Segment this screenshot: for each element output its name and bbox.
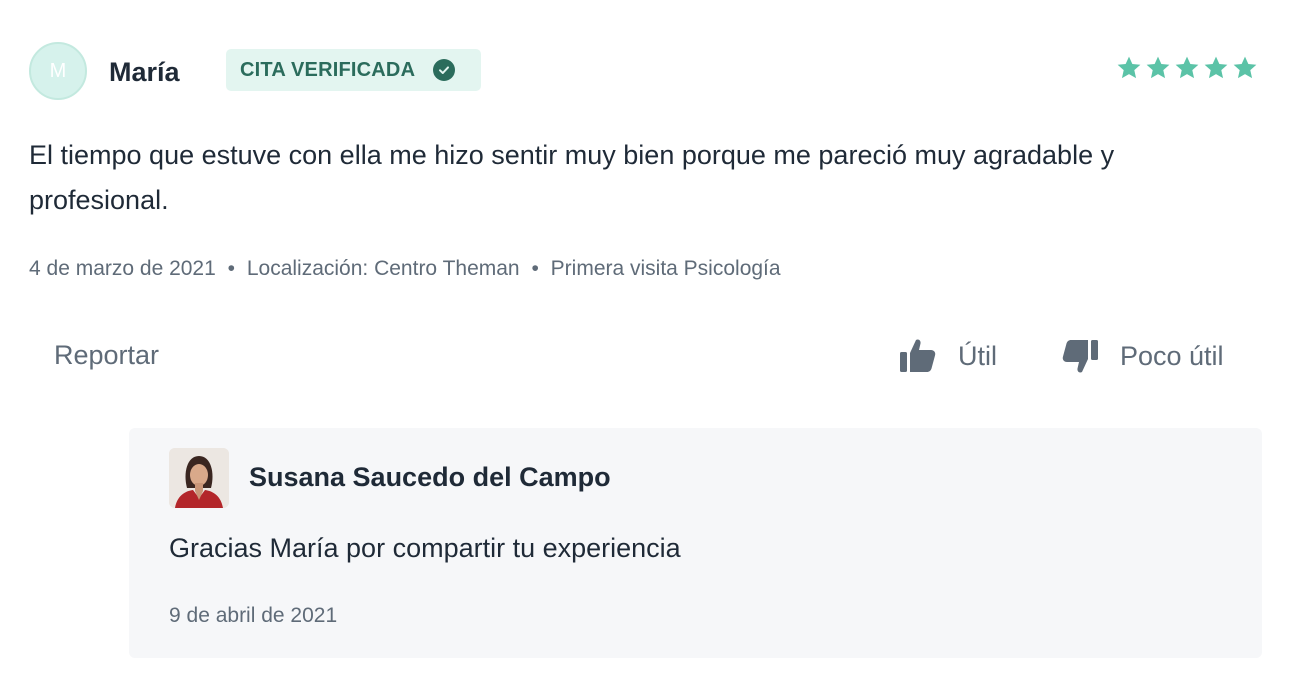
doctor-reply: Susana Saucedo del Campo Gracias María p… xyxy=(129,428,1262,658)
useful-label: Útil xyxy=(958,340,997,371)
not-useful-button[interactable]: Poco útil xyxy=(1060,336,1224,376)
reviewer-avatar: M xyxy=(29,42,87,100)
not-useful-label: Poco útil xyxy=(1120,340,1224,371)
report-link[interactable]: Reportar xyxy=(54,340,159,371)
review-visit-type: Primera visita Psicología xyxy=(550,257,781,280)
star-icon xyxy=(1175,56,1199,79)
thumbs-down-icon xyxy=(1062,340,1098,373)
reply-date: 9 de abril de 2021 xyxy=(169,604,338,627)
review-date: 4 de marzo de 2021 xyxy=(29,257,216,280)
rating-stars xyxy=(1116,55,1258,81)
review-location: Localización: Centro Theman xyxy=(246,257,520,280)
star-icon xyxy=(1204,56,1228,79)
verified-badge: CITA VERIFICADA xyxy=(226,49,481,91)
doctor-name: Susana Saucedo del Campo xyxy=(249,462,611,492)
reviewer-name: María xyxy=(109,57,180,87)
meta-separator: • xyxy=(227,257,235,280)
reply-text: Gracias María por compartir tu experienc… xyxy=(169,533,681,563)
check-circle-icon xyxy=(433,59,456,81)
verified-label: CITA VERIFICADA xyxy=(240,58,416,81)
review-comment: El tiempo que estuve con ella me hizo se… xyxy=(29,140,1115,215)
avatar-initial: M xyxy=(49,59,67,82)
review-meta: 4 de marzo de 2021 • Localización: Centr… xyxy=(29,255,781,283)
meta-separator: • xyxy=(531,257,539,280)
star-icon xyxy=(1117,56,1141,79)
opinion-card: M María CITA VERIFICADA El tiempo que es… xyxy=(0,0,1290,682)
star-icon xyxy=(1146,56,1170,79)
useful-button[interactable]: Útil xyxy=(898,336,997,376)
doctor-photo xyxy=(169,448,229,508)
star-icon xyxy=(1233,56,1257,79)
thumbs-up-icon xyxy=(900,339,936,372)
